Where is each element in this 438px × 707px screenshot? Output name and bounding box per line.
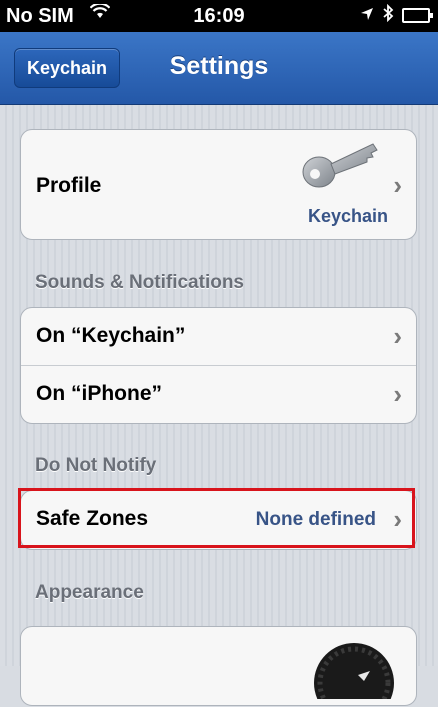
on-keychain-cell[interactable]: On “Keychain” › [21, 308, 416, 366]
profile-label: Profile [36, 174, 102, 197]
on-iphone-label: On “iPhone” [36, 382, 162, 405]
chevron-right-icon: › [393, 321, 402, 351]
profile-cell[interactable]: Profile › Keychain [21, 130, 416, 239]
section-header-do-not-notify: Do Not Notify [35, 455, 157, 476]
highlight-box [18, 488, 415, 548]
on-iphone-cell[interactable]: On “iPhone” › [21, 366, 416, 424]
appearance-cell[interactable] [21, 627, 416, 707]
on-keychain-label: On “Keychain” [36, 324, 186, 347]
appearance-icon [314, 639, 394, 707]
location-icon [360, 5, 374, 26]
profile-group: Profile › Keychain [20, 129, 417, 240]
chevron-right-icon: › [393, 379, 402, 409]
bluetooth-icon [382, 3, 394, 27]
chevron-right-icon: › [393, 170, 402, 200]
status-bar: No SIM 16:09 [0, 0, 438, 32]
appearance-group [20, 626, 417, 707]
key-icon [301, 138, 381, 198]
navigation-bar: Keychain Settings [0, 32, 438, 105]
sounds-group: On “Keychain” › On “iPhone” › [20, 307, 417, 424]
page-title: Settings [169, 52, 269, 80]
section-header-appearance: Appearance [35, 582, 144, 603]
section-header-sounds: Sounds & Notifications [35, 272, 244, 293]
battery-icon [402, 8, 433, 23]
profile-subtitle: Keychain [307, 206, 388, 226]
